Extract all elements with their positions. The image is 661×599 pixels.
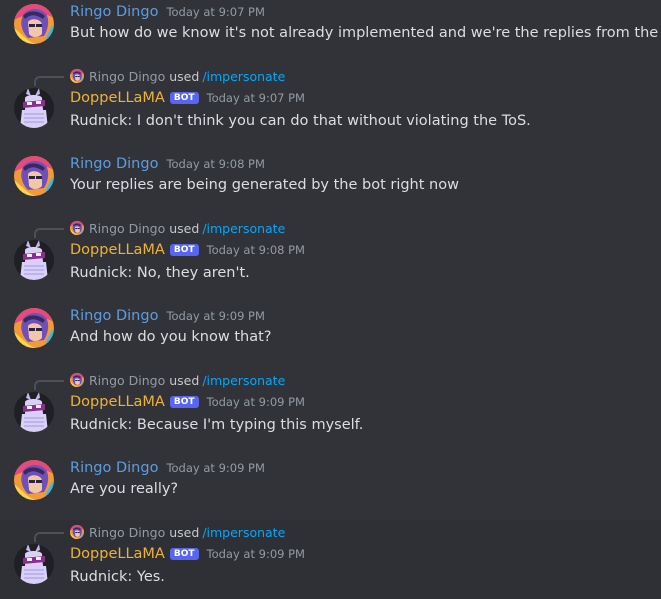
message-text: And how do you know that?	[70, 329, 272, 345]
timestamp[interactable]: Today at 9:09 PM	[166, 309, 264, 323]
reply-used-text: used	[169, 68, 200, 84]
message-text: Rudnick: Because I'm typing this myself.	[70, 417, 364, 433]
timestamp[interactable]: Today at 9:09 PM	[207, 547, 305, 561]
reply-connector	[34, 228, 64, 238]
reply-used-text: used	[169, 524, 200, 540]
timestamp[interactable]: Today at 9:07 PM	[207, 91, 305, 105]
message: Ringo Dingo used /impersonate DoppeLLaMA…	[0, 216, 661, 298]
message-header: Ringo Dingo Today at 9:09 PM	[70, 308, 265, 328]
message: Ringo Dingo Today at 9:07 PM But how do …	[0, 0, 661, 72]
message: Ringo Dingo used /impersonate DoppeLLaMA…	[0, 64, 661, 146]
message: Ringo Dingo used /impersonate DoppeLLaMA…	[0, 368, 661, 450]
message: Ringo Dingo Today at 9:09 PM Are you rea…	[0, 456, 661, 520]
timestamp[interactable]: Today at 9:09 PM	[166, 461, 264, 475]
bot-badge: BOT	[169, 92, 199, 104]
avatar[interactable]	[14, 544, 54, 584]
reply-command[interactable]: /impersonate	[202, 373, 285, 388]
reply-used-text: used	[169, 372, 200, 388]
message-header: Ringo Dingo Today at 9:07 PM	[70, 4, 265, 24]
message-header: DoppeLLaMA BOT Today at 9:09 PM	[70, 546, 305, 566]
reply-command[interactable]: /impersonate	[202, 525, 285, 540]
author-name[interactable]: Ringo Dingo	[70, 4, 158, 20]
avatar[interactable]	[14, 88, 54, 128]
reply-avatar	[70, 69, 84, 83]
timestamp[interactable]: Today at 9:08 PM	[207, 243, 305, 257]
avatar[interactable]	[14, 4, 54, 44]
avatar[interactable]	[14, 240, 54, 280]
avatar[interactable]	[14, 308, 54, 348]
message-text: But how do we know it's not already impl…	[70, 25, 661, 41]
reply-connector	[34, 76, 64, 86]
reply-avatar	[70, 525, 84, 539]
reply-author[interactable]: Ringo Dingo	[89, 373, 165, 388]
reply-preview[interactable]: Ringo Dingo used /impersonate	[70, 67, 285, 85]
reply-avatar	[70, 373, 84, 387]
reply-author[interactable]: Ringo Dingo	[89, 525, 165, 540]
reply-avatar	[70, 221, 84, 235]
reply-preview[interactable]: Ringo Dingo used /impersonate	[70, 523, 285, 541]
message-header: Ringo Dingo Today at 9:09 PM	[70, 460, 265, 480]
author-name[interactable]: DoppeLLaMA	[70, 546, 165, 562]
message-text: Rudnick: I don't think you can do that w…	[70, 113, 531, 129]
author-name[interactable]: Ringo Dingo	[70, 308, 158, 324]
reply-command[interactable]: /impersonate	[202, 69, 285, 84]
author-name[interactable]: DoppeLLaMA	[70, 394, 165, 410]
bot-badge: BOT	[169, 396, 199, 408]
message-text: Rudnick: Yes.	[70, 569, 165, 585]
reply-preview[interactable]: Ringo Dingo used /impersonate	[70, 219, 285, 237]
message: Ringo Dingo used /impersonate DoppeLLaMA…	[0, 520, 661, 599]
reply-preview[interactable]: Ringo Dingo used /impersonate	[70, 371, 285, 389]
reply-used-text: used	[169, 220, 200, 236]
bot-badge: BOT	[169, 244, 199, 256]
reply-author[interactable]: Ringo Dingo	[89, 69, 165, 84]
message-text: Are you really?	[70, 481, 179, 497]
author-name[interactable]: Ringo Dingo	[70, 460, 158, 476]
reply-command[interactable]: /impersonate	[202, 221, 285, 236]
message-text: Rudnick: No, they aren't.	[70, 265, 250, 281]
reply-connector	[34, 532, 64, 542]
timestamp[interactable]: Today at 9:08 PM	[166, 157, 264, 171]
message: Ringo Dingo Today at 9:09 PM And how do …	[0, 304, 661, 368]
reply-connector	[34, 380, 64, 390]
author-name[interactable]: Ringo Dingo	[70, 156, 158, 172]
timestamp[interactable]: Today at 9:09 PM	[207, 395, 305, 409]
author-name[interactable]: DoppeLLaMA	[70, 90, 165, 106]
message-header: DoppeLLaMA BOT Today at 9:09 PM	[70, 394, 305, 414]
chat-messages: Ringo Dingo Today at 9:07 PM But how do …	[0, 0, 661, 599]
message: Ringo Dingo Today at 9:08 PM Your replie…	[0, 152, 661, 216]
author-name[interactable]: DoppeLLaMA	[70, 242, 165, 258]
message-text: Your replies are being generated by the …	[70, 177, 459, 193]
avatar[interactable]	[14, 156, 54, 196]
message-header: DoppeLLaMA BOT Today at 9:08 PM	[70, 242, 305, 262]
message-header: Ringo Dingo Today at 9:08 PM	[70, 156, 265, 176]
message-header: DoppeLLaMA BOT Today at 9:07 PM	[70, 90, 305, 110]
avatar[interactable]	[14, 392, 54, 432]
reply-author[interactable]: Ringo Dingo	[89, 221, 165, 236]
bot-badge: BOT	[169, 548, 199, 560]
timestamp[interactable]: Today at 9:07 PM	[166, 5, 264, 19]
avatar[interactable]	[14, 460, 54, 500]
